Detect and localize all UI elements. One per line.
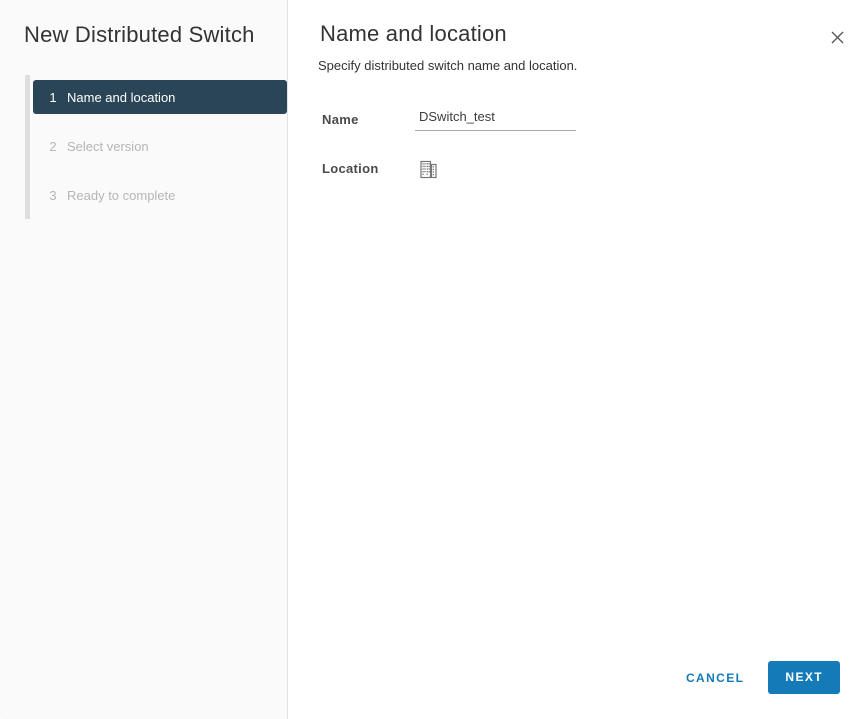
step-label: Select version [67, 138, 149, 154]
next-button[interactable]: NEXT [768, 661, 840, 694]
close-icon [830, 30, 845, 45]
datacenter-icon [419, 160, 437, 179]
wizard-title: New Distributed Switch [24, 22, 255, 47]
step-ready-to-complete[interactable]: 3 Ready to complete [33, 178, 287, 212]
close-button[interactable] [826, 26, 848, 48]
wizard-footer: CANCEL NEXT [682, 661, 840, 694]
name-field-label: Name [322, 112, 359, 127]
name-input[interactable] [415, 105, 576, 131]
wizard-page: Name and location Specify distributed sw… [289, 0, 864, 719]
step-select-version[interactable]: 2 Select version [33, 129, 287, 163]
step-name-and-location[interactable]: 1 Name and location [33, 80, 287, 114]
page-title: Name and location [320, 21, 507, 46]
step-number: 2 [49, 138, 57, 154]
location-picker[interactable] [417, 158, 439, 180]
step-label: Ready to complete [67, 187, 176, 203]
step-number: 3 [49, 187, 57, 203]
step-number: 1 [49, 89, 57, 105]
location-field-label: Location [322, 161, 379, 176]
wizard-sidebar: New Distributed Switch 1 Name and locati… [0, 0, 288, 719]
page-subtitle: Specify distributed switch name and loca… [318, 58, 578, 73]
step-label: Name and location [67, 89, 176, 105]
cancel-button[interactable]: CANCEL [682, 663, 748, 693]
new-distributed-switch-dialog: New Distributed Switch 1 Name and locati… [0, 0, 864, 719]
steps-track [25, 75, 30, 219]
